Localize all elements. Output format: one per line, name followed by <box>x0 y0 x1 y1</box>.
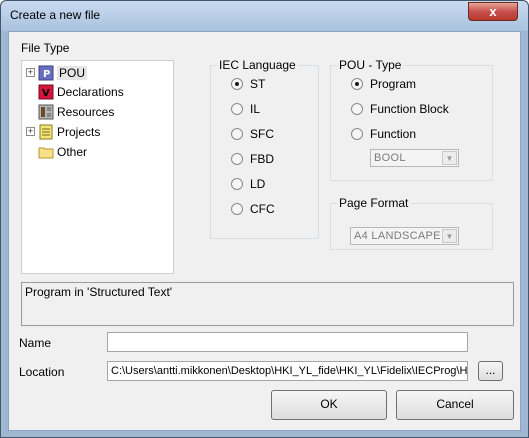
radio-button[interactable] <box>231 203 243 215</box>
file-type-label: File Type <box>21 41 70 55</box>
location-label: Location <box>19 365 65 379</box>
radio-button[interactable] <box>231 103 243 115</box>
ok-button[interactable]: OK <box>271 390 387 420</box>
pou-type-label: POU - Type <box>337 58 404 72</box>
location-input[interactable]: C:\Users\antti.mikkonen\Desktop\HKI_YL_f… <box>107 361 468 381</box>
radio-label: Program <box>370 77 417 91</box>
radio-button-selected[interactable] <box>231 78 243 90</box>
close-button[interactable]: x <box>468 2 518 21</box>
radio-st[interactable]: ST <box>231 76 265 92</box>
title-bar[interactable]: Create a new file x <box>1 1 528 31</box>
expand-icon[interactable]: + <box>26 127 35 136</box>
radio-cfc[interactable]: CFC <box>231 201 275 217</box>
dialog-body: File Type + P POU V Declarations Resourc… <box>8 31 521 431</box>
return-type-dropdown[interactable]: BOOL ▼ <box>370 149 459 167</box>
declarations-icon: V <box>38 84 54 100</box>
radio-label: Function Block <box>370 102 449 116</box>
tree-item-resources[interactable]: Resources <box>24 103 114 121</box>
name-label: Name <box>19 336 52 350</box>
close-icon: x <box>489 4 497 19</box>
svg-text:P: P <box>43 69 50 80</box>
browse-button[interactable]: ... <box>478 361 503 381</box>
projects-icon <box>38 124 54 140</box>
resources-icon <box>38 104 54 120</box>
tree-item-label: Other <box>57 145 88 159</box>
location-input-value: C:\Users\antti.mikkonen\Desktop\HKI_YL_f… <box>111 365 468 377</box>
pou-type-group: POU - Type Program Function Block Functi… <box>330 58 493 181</box>
iec-language-group: IEC Language ST IL SFC FBD LD CFC <box>210 58 319 239</box>
page-format-value: A4 LANDSCAPE <box>354 230 441 242</box>
cancel-button[interactable]: Cancel <box>396 390 514 420</box>
expand-icon[interactable]: + <box>26 68 35 77</box>
radio-function-block[interactable]: Function Block <box>351 101 449 117</box>
radio-function[interactable]: Function <box>351 126 416 142</box>
file-type-tree[interactable]: + P POU V Declarations Resources + Proje… <box>21 60 174 274</box>
tree-item-label: Projects <box>57 125 101 139</box>
radio-fbd[interactable]: FBD <box>231 151 274 167</box>
radio-label: FBD <box>250 152 274 166</box>
radio-il[interactable]: IL <box>231 101 260 117</box>
tree-item-label: Resources <box>57 105 115 119</box>
page-format-dropdown[interactable]: A4 LANDSCAPE ▼ <box>350 227 459 245</box>
svg-text:V: V <box>42 88 50 99</box>
radio-sfc[interactable]: SFC <box>231 126 274 142</box>
pou-icon: P <box>38 65 54 81</box>
radio-button[interactable] <box>231 128 243 140</box>
tree-item-label: POU <box>57 66 88 80</box>
page-format-label: Page Format <box>337 196 411 210</box>
chevron-down-icon[interactable]: ▼ <box>442 229 457 243</box>
dialog-window: Create a new file x File Type + P POU V … <box>0 0 529 438</box>
tree-item-label: Declarations <box>57 85 124 99</box>
tree-item-projects[interactable]: + Projects <box>24 123 100 141</box>
radio-button[interactable] <box>351 128 363 140</box>
radio-label: IL <box>250 102 261 116</box>
name-input[interactable] <box>107 332 468 352</box>
radio-ld[interactable]: LD <box>231 176 265 192</box>
tree-item-declarations[interactable]: V Declarations <box>24 83 124 101</box>
folder-icon <box>38 144 54 160</box>
description-box: Program in 'Structured Text' <box>21 282 514 326</box>
radio-label: SFC <box>250 127 274 141</box>
chevron-down-icon[interactable]: ▼ <box>442 151 457 165</box>
radio-label: LD <box>250 177 266 191</box>
description-text: Program in 'Structured Text' <box>25 285 173 299</box>
radio-label: Function <box>370 127 417 141</box>
radio-button[interactable] <box>351 103 363 115</box>
radio-label: ST <box>250 77 266 91</box>
radio-button[interactable] <box>231 178 243 190</box>
window-title: Create a new file <box>10 8 101 22</box>
cancel-button-label: Cancel <box>436 397 474 411</box>
radio-button[interactable] <box>231 153 243 165</box>
ok-button-label: OK <box>320 397 338 411</box>
radio-button-selected[interactable] <box>351 78 363 90</box>
tree-item-other[interactable]: Other <box>24 143 87 161</box>
page-format-group: Page Format A4 LANDSCAPE ▼ <box>330 196 493 250</box>
radio-program[interactable]: Program <box>351 76 416 92</box>
radio-label: CFC <box>250 202 275 216</box>
iec-language-label: IEC Language <box>217 58 298 72</box>
tree-item-pou[interactable]: + P POU <box>24 64 88 82</box>
return-type-value: BOOL <box>374 152 406 164</box>
browse-button-label: ... <box>485 363 496 377</box>
